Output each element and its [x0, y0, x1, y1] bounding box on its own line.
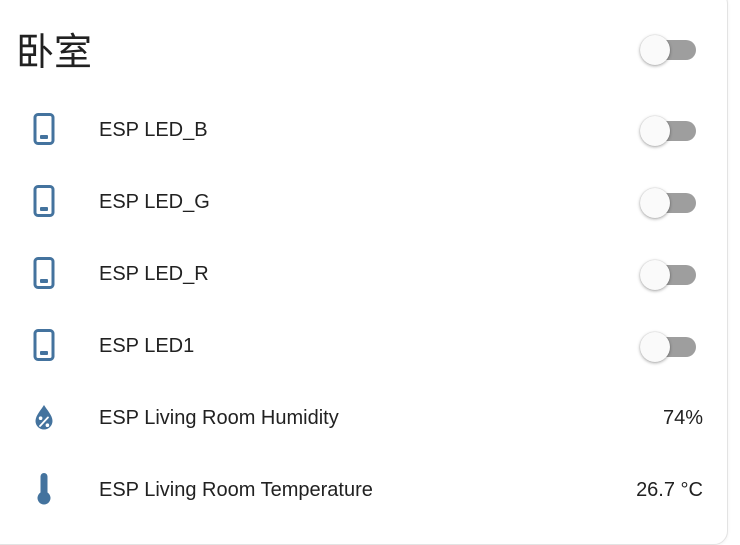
entity-name: ESP Living Room Humidity [99, 407, 339, 429]
cellphone-icon [28, 185, 60, 217]
entity-row-humidity[interactable]: ESP Living Room Humidity 74% [0, 389, 740, 445]
entity-value: 74% [662, 407, 703, 429]
cellphone-icon [28, 257, 60, 289]
cellphone-icon [28, 329, 60, 361]
entity-row-esp-led-r[interactable]: ESP LED_R [0, 245, 740, 301]
entity-toggle[interactable] [640, 255, 698, 290]
toggle-thumb [640, 188, 670, 218]
entity-row-esp-led1[interactable]: ESP LED1 [0, 317, 740, 373]
water-percent-icon [28, 401, 60, 433]
toggle-thumb [640, 260, 670, 290]
toggle-thumb [640, 35, 670, 65]
entity-name: ESP LED1 [99, 335, 195, 357]
card-header: 卧室 [0, 22, 740, 82]
entity-name: ESP LED_G [99, 191, 210, 213]
entity-row-esp-led-b[interactable]: ESP LED_B [0, 101, 740, 157]
toggle-thumb [640, 332, 670, 362]
toggle-thumb [640, 116, 670, 146]
entity-row-temperature[interactable]: ESP Living Room Temperature 26.7 °C [0, 461, 740, 517]
entity-toggle[interactable] [640, 327, 698, 362]
card-title: 卧室 [16, 30, 93, 74]
entity-value: 26.7 °C [636, 479, 703, 501]
entity-name: ESP Living Room Temperature [99, 479, 373, 501]
entity-row-esp-led-g[interactable]: ESP LED_G [0, 173, 740, 229]
entity-name: ESP LED_R [99, 263, 209, 285]
entity-name: ESP LED_B [99, 119, 208, 141]
entity-toggle[interactable] [640, 111, 698, 146]
cellphone-icon [28, 113, 60, 145]
thermometer-icon [28, 473, 60, 505]
header-toggle[interactable] [640, 30, 698, 65]
entity-toggle[interactable] [640, 183, 698, 218]
